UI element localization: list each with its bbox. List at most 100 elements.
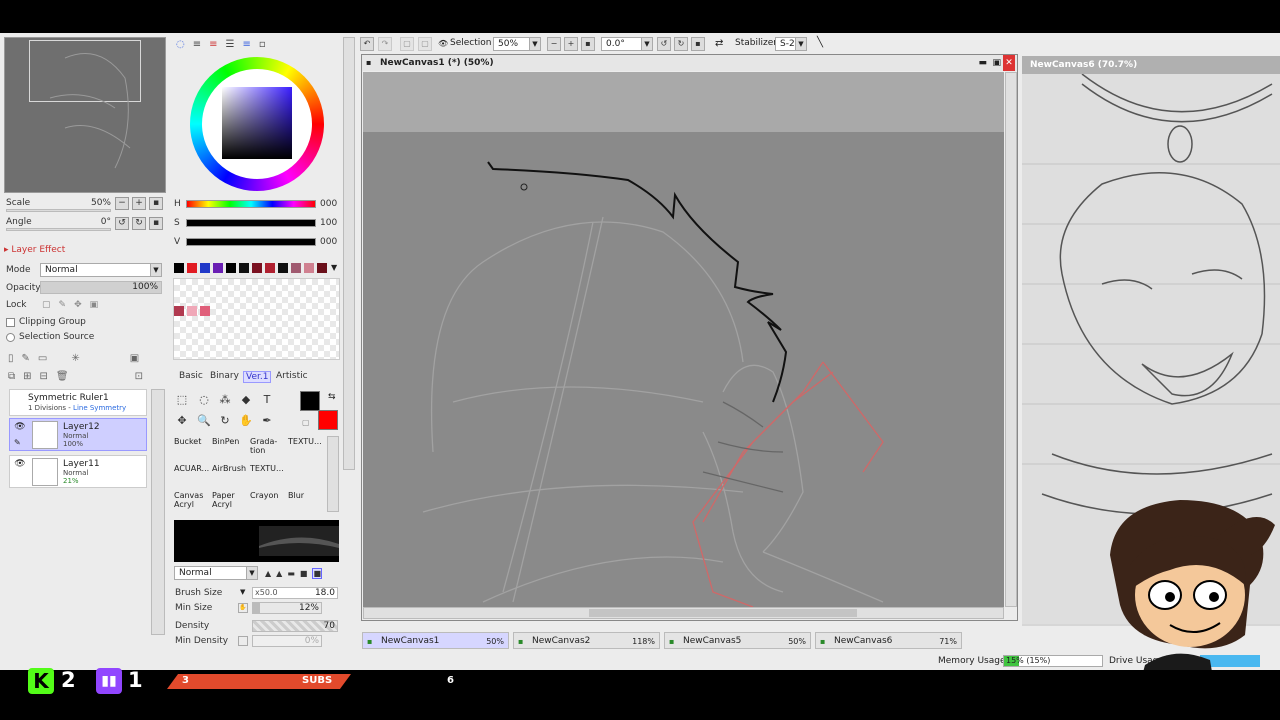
brush-slot[interactable]: Paper Acryl xyxy=(212,491,248,517)
redo-icon[interactable]: ↷ xyxy=(378,37,392,51)
zoom-icon[interactable]: 🔍 xyxy=(196,413,212,429)
palette-swatch[interactable] xyxy=(239,263,249,273)
trash-icon[interactable]: 🗑 xyxy=(56,371,69,382)
undo-icon[interactable]: ↶ xyxy=(360,37,374,51)
opacity-slider[interactable]: 100% xyxy=(40,281,162,294)
zoom-in-button[interactable]: + xyxy=(132,197,146,210)
brush-slot[interactable]: ACUAR... xyxy=(174,464,210,490)
eyedropper-icon[interactable]: ✒ xyxy=(259,413,275,429)
palette-swatch[interactable] xyxy=(252,263,262,273)
pressure-checkbox[interactable] xyxy=(238,636,248,646)
canvas-tab[interactable]: ▪ NewCanvas6 71% xyxy=(815,632,962,649)
canvas-tab[interactable]: ▪ NewCanvas2 118% xyxy=(513,632,660,649)
hue-slider[interactable] xyxy=(186,200,316,208)
density-slider[interactable]: 70 xyxy=(252,620,338,632)
palette-swatch[interactable] xyxy=(200,263,210,273)
brush-size-field[interactable]: x50.0 18.0 xyxy=(252,587,338,599)
stabilizer-select[interactable]: S-2 ▼ xyxy=(775,37,807,51)
minimize-icon[interactable]: ▬ xyxy=(978,55,987,71)
lock-move-icon[interactable]: ✥ xyxy=(74,300,82,310)
eye-icon[interactable]: 👁 xyxy=(13,459,27,471)
eye-icon[interactable]: 👁 xyxy=(13,422,27,434)
rotate-reset-icon[interactable]: ▪ xyxy=(691,37,705,51)
rect-select-icon[interactable]: ⬚ xyxy=(174,392,190,408)
lock-transparency-icon[interactable]: ▢ xyxy=(42,300,51,310)
tab-artistic[interactable]: Artistic xyxy=(276,371,308,381)
palette-swatch[interactable] xyxy=(265,263,275,273)
fill-icon[interactable]: ◆ xyxy=(238,392,254,408)
angle-slider[interactable] xyxy=(6,228,111,231)
saturation-value-square[interactable] xyxy=(222,87,292,159)
deselect-icon[interactable]: ▢ xyxy=(400,37,414,51)
new-vector-layer-icon[interactable]: ✎ xyxy=(22,353,30,364)
layer-item-layer11[interactable]: 👁 Layer11 Normal 21% xyxy=(9,455,147,488)
hand-icon[interactable]: ✋ xyxy=(238,413,254,429)
canvas-tab[interactable]: ▪ NewCanvas1 50% xyxy=(362,632,509,649)
palette-menu-arrow-icon[interactable]: ▼ xyxy=(331,263,337,272)
tab-basic[interactable]: Basic xyxy=(179,371,203,381)
brush-slot[interactable] xyxy=(288,464,324,490)
flip-horizontal-icon[interactable]: ⇄ xyxy=(715,38,723,49)
clipping-group-checkbox[interactable]: Clipping Group xyxy=(6,315,86,329)
palette-swatch[interactable] xyxy=(213,263,223,273)
scratch-pad[interactable] xyxy=(173,278,340,360)
primary-color[interactable] xyxy=(300,391,320,411)
zoom-select[interactable]: 50% ▼ xyxy=(493,37,541,51)
color-wheel-mode-icon[interactable]: ◌ xyxy=(176,39,185,50)
layer-item-layer12[interactable]: 👁 ✎ Layer12 Normal 100% xyxy=(9,418,147,451)
brush-slot[interactable]: Blur xyxy=(288,491,324,517)
rotate-left-button[interactable]: ↺ xyxy=(115,217,129,230)
chevron-down-icon[interactable]: ▼ xyxy=(240,588,245,596)
brush-slot[interactable]: Canvas Acryl xyxy=(174,491,210,517)
canvas-horizontal-scrollbar[interactable] xyxy=(363,607,1004,619)
layer-effect-header[interactable]: ▸ Layer Effect xyxy=(4,243,65,257)
layer-item-symmetric-ruler[interactable]: Symmetric Ruler1 1 Divisions - Line Symm… xyxy=(9,389,147,416)
tab-ver1[interactable]: Ver.1 xyxy=(243,371,272,383)
palette-mode-icon[interactable]: ☰ xyxy=(226,39,235,50)
zoom-reset-icon[interactable]: ▪ xyxy=(581,37,595,51)
scratch-swatch[interactable] xyxy=(174,306,184,316)
brush-slot[interactable]: AirBrush xyxy=(212,464,248,490)
brush-slot[interactable]: Bucket xyxy=(174,437,210,463)
rotate-icon[interactable]: ↻ xyxy=(217,413,233,429)
copy-layer-icon[interactable]: ⧉ xyxy=(8,371,15,382)
value-slider[interactable] xyxy=(186,238,316,246)
swap-colors-icon[interactable]: ⇆ xyxy=(328,392,336,402)
secondary-color[interactable] xyxy=(318,410,338,430)
drawing-canvas[interactable] xyxy=(363,72,1004,607)
brush-slot[interactable]: TEXTU... xyxy=(250,464,286,490)
swatch-mode-icon[interactable]: ≡ xyxy=(242,39,250,50)
min-size-slider[interactable]: 12% xyxy=(252,602,322,614)
lock-paint-icon[interactable]: ✎ xyxy=(59,300,67,310)
brush-shape-4-icon[interactable]: ■ xyxy=(300,569,308,578)
rotation-select[interactable]: 0.0° ▼ xyxy=(601,37,653,51)
brush-shape-3-icon[interactable]: ▬ xyxy=(287,569,295,578)
zoom-reset-button[interactable]: ▪ xyxy=(149,197,163,210)
eye-icon[interactable]: 👁 xyxy=(438,39,448,48)
zoom-in-icon[interactable]: + xyxy=(564,37,578,51)
rotate-right-icon[interactable]: ↻ xyxy=(674,37,688,51)
line-tool-icon[interactable]: ╲ xyxy=(817,37,823,48)
text-tool-icon[interactable]: T xyxy=(259,392,275,408)
min-density-slider[interactable]: 0% xyxy=(252,635,322,647)
rotate-left-icon[interactable]: ↺ xyxy=(657,37,671,51)
brush-slot[interactable]: BinPen xyxy=(212,437,248,463)
brush-slot[interactable]: TEXTU... xyxy=(288,437,324,463)
new-folder-icon[interactable]: ▭ xyxy=(38,353,47,364)
pressure-icon[interactable]: ✋ xyxy=(238,603,248,613)
zoom-out-button[interactable]: − xyxy=(115,197,129,210)
scratchpad-mode-icon[interactable]: ▫ xyxy=(259,39,266,50)
tab-binary[interactable]: Binary xyxy=(210,371,239,381)
merge-down-icon[interactable]: ⊞ xyxy=(23,371,31,382)
brush-shape-2-icon[interactable]: ▲ xyxy=(276,569,282,578)
rgb-mode-icon[interactable]: ≡ xyxy=(193,39,201,50)
ruler-icon[interactable]: ✳ xyxy=(71,353,79,364)
scratch-swatch[interactable] xyxy=(187,306,197,316)
blend-mode-select[interactable]: Normal ▼ xyxy=(174,566,258,580)
brush-slot[interactable]: Crayon xyxy=(250,491,286,517)
color-wheel[interactable] xyxy=(190,57,324,191)
palette-swatch[interactable] xyxy=(278,263,288,273)
palette-swatch[interactable] xyxy=(174,263,184,273)
new-layer-icon[interactable]: ▯ xyxy=(8,353,14,364)
canvas-tab[interactable]: ▪ NewCanvas5 50% xyxy=(664,632,811,649)
